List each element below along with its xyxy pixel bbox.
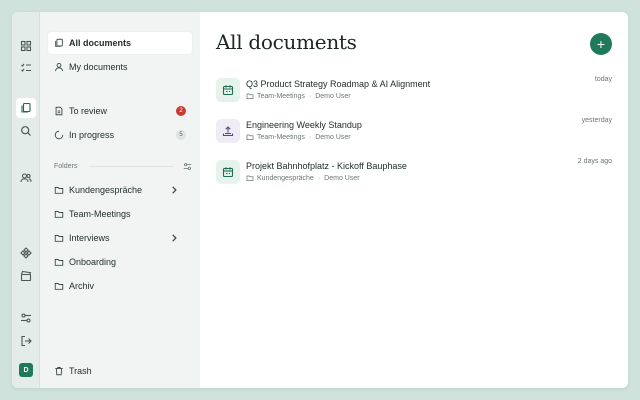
document-owner: Demo User (324, 174, 360, 182)
sidebar: All documents My documents To review 2 I… (40, 12, 200, 388)
document-row[interactable]: Q3 Product Strategy Roadmap & AI Alignme… (216, 76, 612, 108)
chevron-right-icon[interactable] (169, 185, 179, 195)
separator-dot: · (308, 133, 312, 141)
sidebar-item-all-documents[interactable]: All documents (48, 32, 192, 54)
folder-label: Kundengespräche (69, 185, 143, 195)
spinner-icon (54, 130, 64, 140)
checklist-icon[interactable] (16, 58, 36, 78)
filter-sliders-icon[interactable] (183, 162, 192, 171)
folder-icon (246, 175, 254, 182)
integrations-icon[interactable] (16, 243, 36, 263)
sidebar-item-label: All documents (69, 38, 132, 48)
folder-icon (246, 134, 254, 141)
document-title: Q3 Product Strategy Roadmap & AI Alignme… (246, 79, 431, 89)
sidebar-item-label: To review (69, 106, 108, 116)
sidebar-item-label: In progress (69, 130, 115, 140)
document-folder: Team-Meetings (257, 133, 305, 141)
separator-dot: · (317, 174, 321, 182)
document-row[interactable]: Engineering Weekly Standup Team-Meetings… (216, 117, 612, 149)
page-title: All documents (216, 30, 357, 54)
folders-header: Folders (54, 160, 192, 172)
calendar-icon (216, 160, 240, 184)
app-window: D All documents My documents To review 2… (12, 12, 628, 388)
document-title: Projekt Bahnhofplatz - Kickoff Bauphase (246, 161, 407, 171)
folder-team-meetings[interactable]: Team-Meetings (48, 203, 192, 225)
copy-icon (55, 38, 63, 47)
divider (89, 165, 173, 167)
document-time: 2 days ago (577, 158, 612, 165)
add-document-button[interactable]: + (590, 33, 612, 55)
folder-label: Team-Meetings (69, 209, 131, 219)
documents-icon[interactable] (16, 98, 36, 118)
document-time: today (594, 76, 612, 83)
chevron-right-icon[interactable] (169, 233, 179, 243)
folder-onboarding[interactable]: Onboarding (48, 251, 192, 273)
sidebar-item-to-review[interactable]: To review 2 (48, 100, 192, 122)
separator-dot: · (308, 92, 312, 100)
document-meta: Kundengespräche · Demo User (246, 174, 360, 182)
folder-icon (54, 211, 64, 218)
document-owner: Demo User (315, 133, 351, 141)
sidebar-item-in-progress[interactable]: In progress 5 (48, 124, 192, 146)
folder-label: Onboarding (69, 257, 117, 267)
user-icon (55, 62, 63, 72)
folder-kundengespraeche[interactable]: Kundengespräche (48, 179, 192, 201)
trash-icon (55, 367, 63, 376)
calendar-icon (216, 78, 240, 102)
folder-label: Archiv (69, 281, 95, 291)
main-panel: All documents + Q3 Product Strategy Road… (200, 12, 628, 388)
folder-icon (246, 93, 254, 100)
folder-interviews[interactable]: Interviews (48, 227, 192, 249)
folder-label: Interviews (69, 233, 110, 243)
sidebar-item-label: Trash (69, 366, 92, 376)
folder-icon (54, 235, 64, 242)
document-meta: Team-Meetings · Demo User (246, 133, 351, 141)
settings-sliders-icon[interactable] (16, 308, 36, 328)
folder-icon (54, 283, 64, 290)
document-meta: Team-Meetings · Demo User (246, 92, 351, 100)
folder-icon (54, 187, 64, 194)
logout-icon[interactable] (16, 331, 36, 351)
users-icon[interactable] (16, 168, 36, 188)
folder-archiv[interactable]: Archiv (48, 275, 192, 297)
sidebar-item-label: My documents (69, 62, 128, 72)
upload-icon (216, 119, 240, 143)
icon-rail: D (12, 12, 40, 388)
document-folder: Team-Meetings (257, 92, 305, 100)
search-icon[interactable] (16, 121, 36, 141)
avatar[interactable]: D (19, 363, 33, 377)
document-time: yesterday (581, 117, 612, 124)
document-row[interactable]: Projekt Bahnhofplatz - Kickoff Bauphase … (216, 158, 612, 190)
grid-icon[interactable] (16, 36, 36, 56)
document-owner: Demo User (315, 92, 351, 100)
document-title: Engineering Weekly Standup (246, 120, 362, 130)
progress-count-badge: 5 (176, 130, 186, 140)
document-folder: Kundengespräche (257, 174, 314, 182)
sidebar-item-trash[interactable]: Trash (48, 360, 192, 382)
sidebar-item-my-documents[interactable]: My documents (48, 56, 192, 78)
clapper-icon[interactable] (16, 266, 36, 286)
folders-label: Folders (54, 162, 78, 170)
file-icon (55, 106, 63, 116)
review-count-badge: 2 (176, 106, 186, 116)
folder-icon (54, 259, 64, 266)
